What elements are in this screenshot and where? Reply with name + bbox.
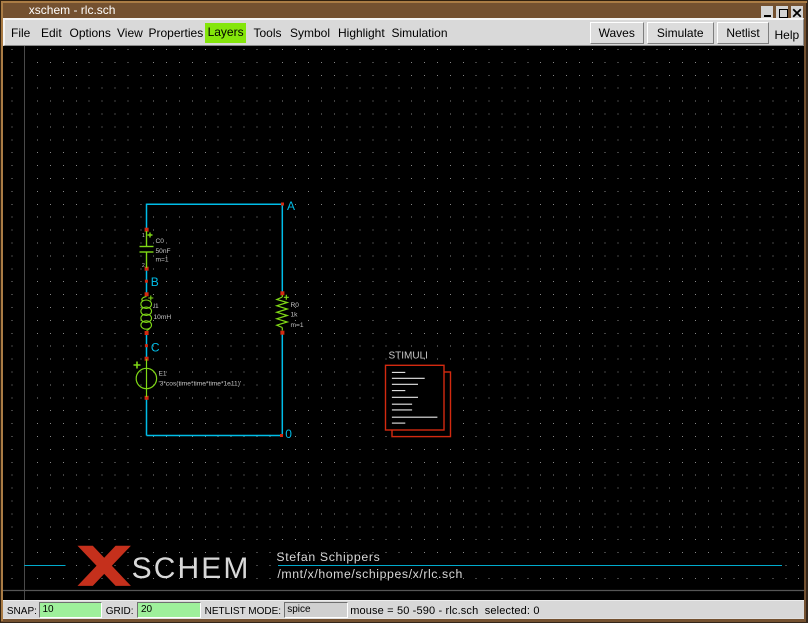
svg-text:0: 0	[285, 427, 292, 441]
svg-text:/mnt/x/home/schippes/x/rlc.sch: /mnt/x/home/schippes/x/rlc.sch	[277, 567, 463, 581]
svg-text:A: A	[287, 199, 295, 213]
svg-text:1k: 1k	[291, 312, 299, 319]
svg-text:R0: R0	[291, 302, 300, 309]
svg-text:'3*cos(time*time*time*1e11)': '3*cos(time*time*time*1e11)'	[159, 381, 242, 388]
svg-text:C: C	[151, 340, 160, 354]
svg-text:2: 2	[142, 263, 145, 269]
svg-text:m=1: m=1	[156, 257, 169, 264]
svg-text:50nF: 50nF	[156, 248, 171, 255]
svg-text:10mH: 10mH	[154, 314, 172, 321]
svg-text:B: B	[151, 275, 159, 289]
svg-text:C0: C0	[156, 238, 165, 245]
svg-text:SCHEM: SCHEM	[132, 552, 251, 585]
svg-text:Stefan Schippers: Stefan Schippers	[276, 550, 380, 564]
svg-text:STIMULI: STIMULI	[389, 350, 428, 361]
svg-text:l1: l1	[154, 303, 159, 310]
svg-text:E1: E1	[159, 371, 167, 378]
svg-text:1: 1	[142, 233, 145, 239]
svg-text:m=1: m=1	[291, 322, 304, 329]
